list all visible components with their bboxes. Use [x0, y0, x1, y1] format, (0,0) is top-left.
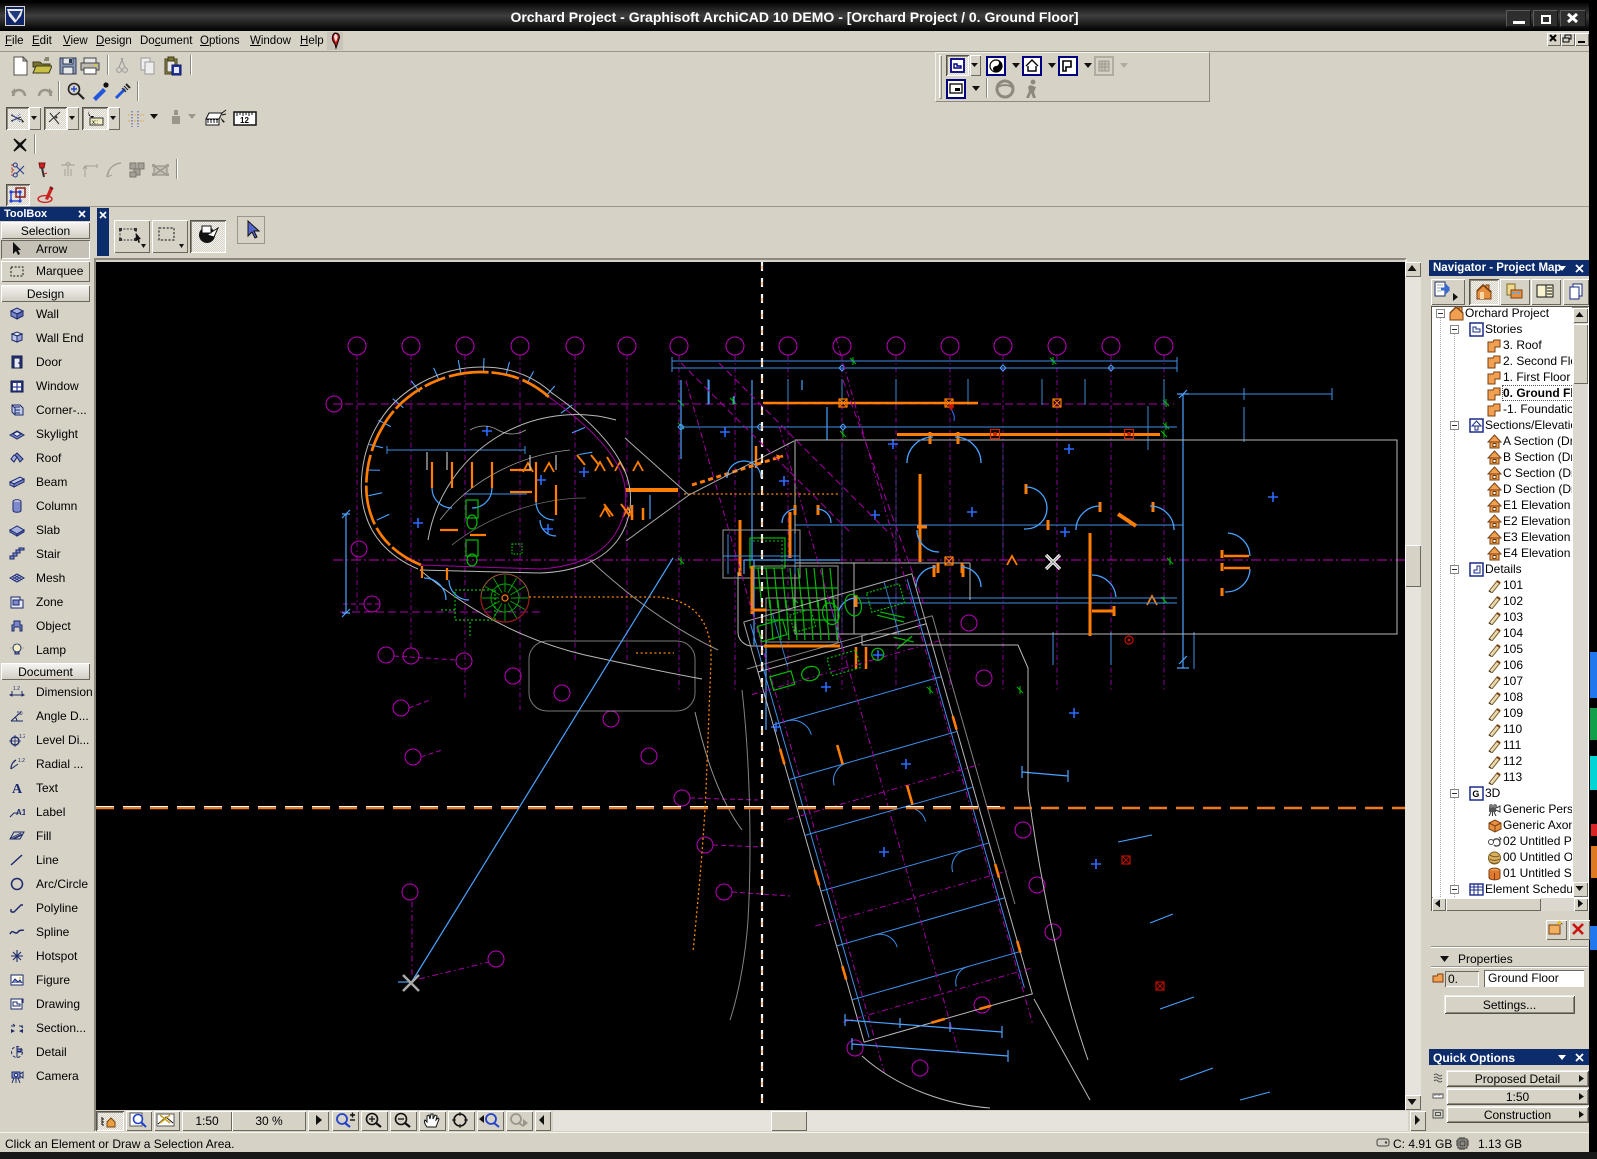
svg-text:G: G	[1472, 789, 1479, 799]
svg-text:A: A	[12, 782, 23, 796]
svg-text:x::: x::	[92, 120, 99, 126]
svg-text:50: 50	[17, 711, 23, 717]
svg-text:1.2: 1.2	[18, 758, 25, 764]
svg-text:12: 12	[240, 116, 249, 125]
svg-text:A1: A1	[16, 808, 25, 817]
svg-text:1.2: 1.2	[13, 686, 20, 692]
svg-text:1.2: 1.2	[19, 734, 25, 740]
